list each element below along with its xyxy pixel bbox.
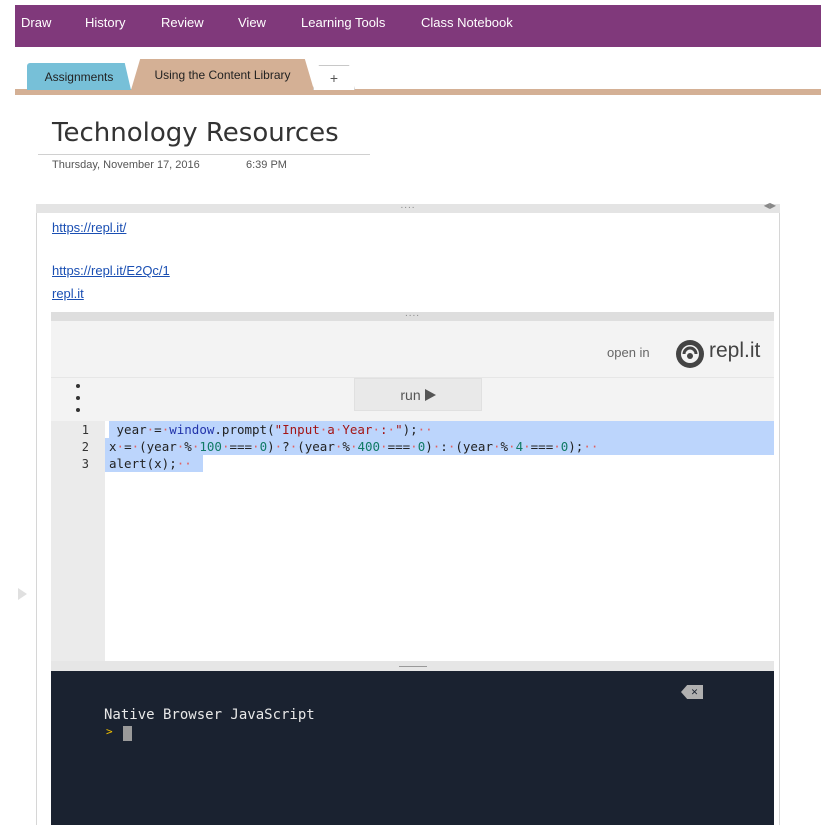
embed-move-handle[interactable]: ....: [51, 308, 774, 321]
ribbon-tab-review[interactable]: Review: [161, 15, 204, 30]
more-options-icon[interactable]: [73, 384, 83, 412]
console-prompt-icon: >: [106, 725, 113, 738]
console-panel[interactable]: ✕ Native Browser JavaScript >: [51, 671, 774, 825]
ribbon-tab-view[interactable]: View: [238, 15, 266, 30]
line-number: 2: [81, 440, 89, 454]
console-title: Native Browser JavaScript: [104, 707, 315, 723]
repl-logo-icon[interactable]: [675, 339, 705, 369]
play-icon: [424, 388, 436, 401]
ribbon-tab-class-notebook[interactable]: Class Notebook: [421, 15, 513, 30]
repl-embed: .... open in repl.it run 1 2 3 year·=·wi…: [51, 308, 774, 825]
line-number: 3: [81, 457, 89, 471]
expand-arrow-icon[interactable]: [18, 588, 27, 600]
code-line-1[interactable]: year·=·window.prompt("Input·a·Year·:·");…: [109, 421, 433, 438]
clear-console-icon[interactable]: ✕: [681, 685, 703, 699]
container-move-handle[interactable]: .... ◀▶: [36, 200, 780, 213]
embed-handle-dots: ....: [404, 308, 421, 319]
page-date: Thursday, November 17, 2016: [52, 159, 200, 171]
ribbon-tab-learning-tools[interactable]: Learning Tools: [301, 15, 385, 30]
open-in-label[interactable]: open in: [607, 345, 650, 360]
run-button[interactable]: run: [354, 378, 482, 411]
ribbon-tab-draw[interactable]: Draw: [21, 15, 51, 30]
page-time: 6:39 PM: [246, 159, 287, 171]
run-label: run: [400, 386, 421, 403]
title-divider: [38, 154, 370, 155]
ribbon-tab-history[interactable]: History: [85, 15, 125, 30]
embed-header: open in repl.it: [51, 321, 774, 378]
add-section-button[interactable]: +: [313, 65, 355, 90]
section-tab-content-library[interactable]: Using the Content Library: [131, 59, 314, 90]
page-title[interactable]: Technology Resources: [52, 118, 339, 148]
resize-arrows-icon[interactable]: ◀▶: [764, 201, 776, 210]
repl-toolbar: run: [51, 378, 774, 421]
link-repl-snippet[interactable]: https://repl.it/E2Qc/1: [52, 263, 170, 278]
container-handle-dots: ....: [400, 200, 416, 211]
repl-brand-text[interactable]: repl.it: [709, 339, 760, 363]
code-line-2[interactable]: x·=·(year·%·100·===·0)·?·(year·%·400·===…: [109, 438, 598, 455]
code-line-3[interactable]: alert(x);··: [109, 455, 192, 472]
section-tab-assignments[interactable]: Assignments: [27, 63, 131, 90]
line-number: 1: [81, 423, 89, 437]
console-cursor: [123, 726, 132, 741]
editor-console-splitter[interactable]: [51, 661, 774, 671]
link-repl-name[interactable]: repl.it: [52, 286, 84, 301]
ribbon-bar: Draw History Review View Learning Tools …: [15, 0, 821, 47]
code-editor[interactable]: 1 2 3 year·=·window.prompt("Input·a·Year…: [51, 421, 774, 661]
splitter-grip: [399, 666, 427, 667]
link-repl-home[interactable]: https://repl.it/: [52, 220, 126, 235]
